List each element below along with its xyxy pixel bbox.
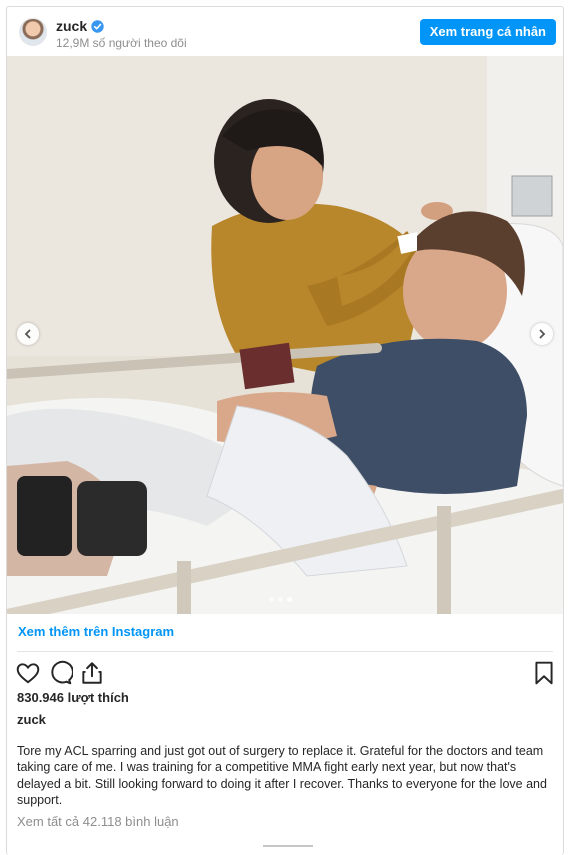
- share-button[interactable]: [79, 660, 105, 686]
- post-image[interactable]: [7, 56, 563, 614]
- action-bar: [7, 657, 563, 691]
- caption-author[interactable]: zuck: [17, 712, 46, 727]
- view-all-comments-link[interactable]: Xem tất cả 42.118 bình luận: [17, 814, 179, 829]
- like-button[interactable]: [15, 660, 41, 686]
- see-more-on-instagram-link[interactable]: Xem thêm trên Instagram: [18, 624, 174, 639]
- chevron-right-icon: [539, 329, 546, 339]
- carousel-dot: [269, 597, 274, 602]
- chevron-left-icon: [24, 329, 31, 339]
- view-profile-button[interactable]: Xem trang cá nhân: [419, 19, 556, 45]
- carousel-dot: [278, 597, 283, 602]
- username-row: zuck: [56, 18, 104, 34]
- follower-count: 12,9M số người theo dõi: [56, 36, 187, 50]
- username[interactable]: zuck: [56, 18, 87, 34]
- previous-slide-button[interactable]: [17, 323, 39, 345]
- verified-badge-icon: [91, 19, 104, 33]
- post-caption: Tore my ACL sparring and just got out of…: [17, 744, 547, 808]
- save-button[interactable]: [531, 660, 557, 686]
- share-icon: [82, 662, 102, 684]
- scroll-indicator: [263, 845, 313, 847]
- divider: [17, 651, 553, 652]
- carousel-indicator: [269, 597, 292, 602]
- heart-icon: [16, 663, 40, 684]
- comment-button[interactable]: [47, 660, 74, 686]
- avatar[interactable]: [19, 18, 47, 46]
- next-slide-button[interactable]: [531, 323, 553, 345]
- comment-icon: [51, 660, 74, 685]
- like-count[interactable]: 830.946 lượt thích: [17, 690, 129, 705]
- carousel-dot-active: [287, 597, 292, 602]
- post-header: zuck 12,9M số người theo dõi Xem trang c…: [7, 7, 563, 57]
- bookmark-icon: [535, 661, 553, 685]
- instagram-embed-card: zuck 12,9M số người theo dõi Xem trang c…: [6, 6, 564, 855]
